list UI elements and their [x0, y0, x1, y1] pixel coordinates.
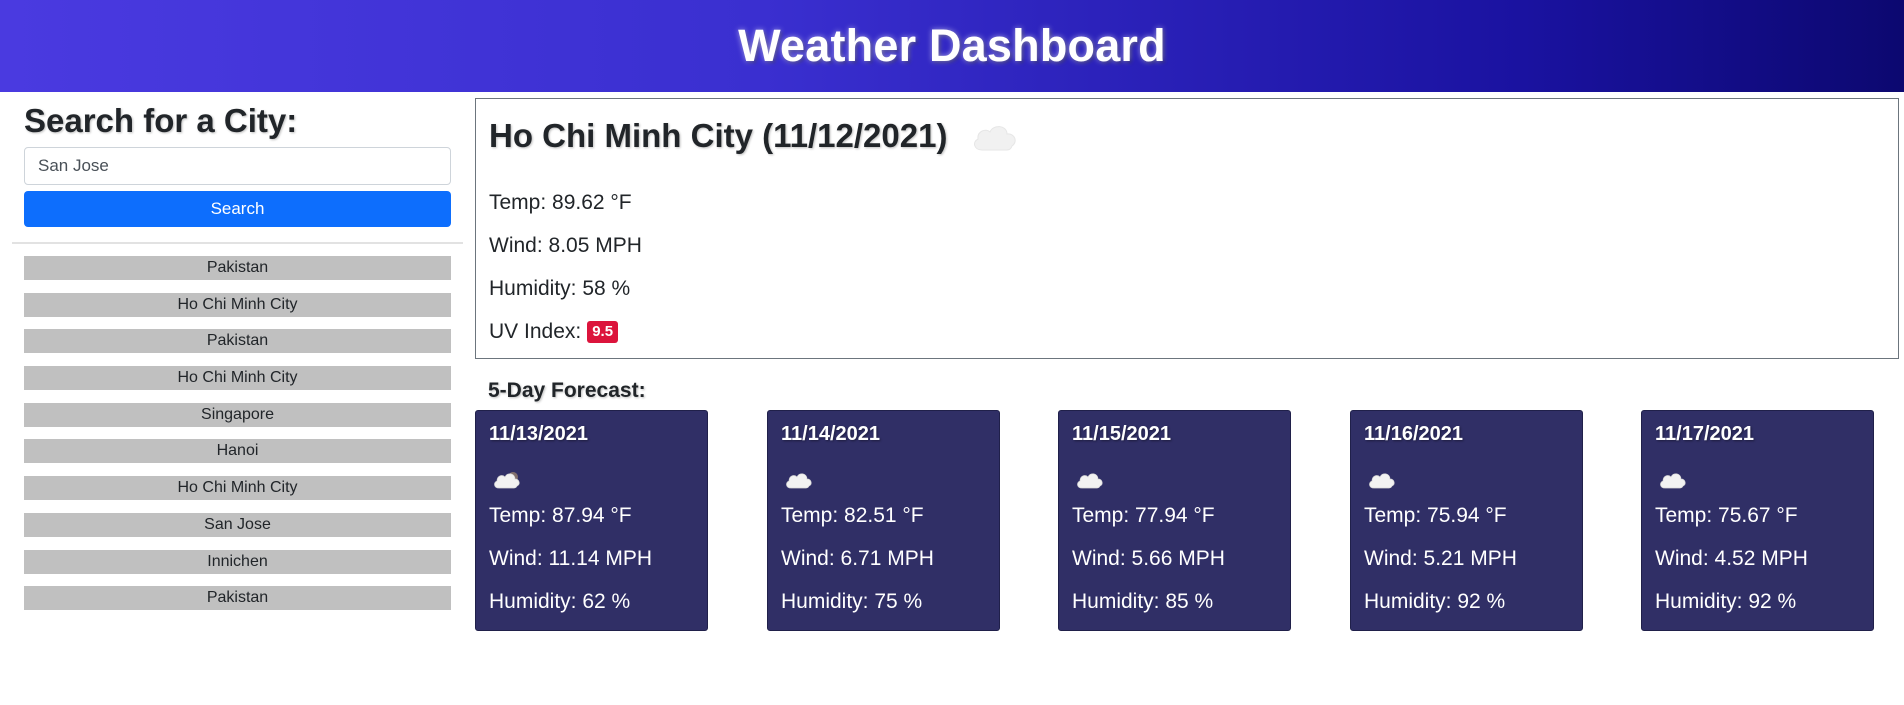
forecast-temp: Temp: 75.94 °F [1364, 504, 1507, 527]
forecast-date: 11/14/2021 [781, 423, 880, 445]
history-item-san-jose[interactable]: San Jose [24, 512, 451, 537]
cloud-icon [492, 469, 522, 491]
forecast-temp: Temp: 75.67 °F [1655, 504, 1798, 527]
forecast-card: 11/16/2021 Temp: 75.94 °F Wind: 5.21 MPH… [1350, 410, 1583, 631]
forecast-humidity: Humidity: 62 % [489, 590, 631, 613]
cloud-icon [1367, 469, 1397, 491]
history-item-ho-chi-minh-city[interactable]: Ho Chi Minh City [24, 476, 451, 501]
search-heading: Search for a City: [24, 102, 298, 139]
forecast-temp: Temp: 82.51 °F [781, 504, 924, 527]
page-title: Weather Dashboard [738, 20, 1166, 71]
forecast-date: 11/16/2021 [1364, 423, 1463, 445]
current-humidity: Humidity: 58 % [489, 277, 631, 300]
forecast-wind: Wind: 6.71 MPH [781, 547, 934, 570]
history-item-pakistan[interactable]: Pakistan [24, 256, 451, 280]
sidebar-divider [12, 242, 463, 244]
history-item-hanoi[interactable]: Hanoi [24, 439, 451, 464]
forecast-card: 11/17/2021 Temp: 75.67 °F Wind: 4.52 MPH… [1641, 410, 1874, 631]
forecast-humidity: Humidity: 92 % [1655, 590, 1797, 613]
forecast-date: 11/15/2021 [1072, 423, 1171, 445]
current-weather-heading: Ho Chi Minh City (11/12/2021) [489, 117, 1021, 155]
cloud-icon [784, 469, 814, 491]
forecast-wind: Wind: 5.66 MPH [1072, 547, 1225, 570]
history-item-pakistan[interactable]: Pakistan [24, 329, 451, 354]
city-search-input[interactable] [24, 147, 451, 185]
cloud-icon [1075, 469, 1105, 491]
forecast-humidity: Humidity: 92 % [1364, 590, 1506, 613]
forecast-wind: Wind: 4.52 MPH [1655, 547, 1808, 570]
history-item-innichen[interactable]: Innichen [24, 549, 451, 574]
uv-index-badge: 9.5 [587, 321, 619, 343]
forecast-humidity: Humidity: 75 % [781, 590, 923, 613]
current-weather-panel: Ho Chi Minh City (11/12/2021) Temp: 89.6… [475, 98, 1899, 359]
cloud-icon [969, 118, 1021, 154]
app-header: Weather Dashboard [0, 0, 1904, 92]
search-sidebar: Search for a City: Search Pakistan Ho Ch… [0, 92, 463, 705]
forecast-date: 11/13/2021 [489, 423, 588, 445]
cloud-icon [1658, 469, 1688, 491]
history-item-ho-chi-minh-city[interactable]: Ho Chi Minh City [24, 292, 451, 317]
forecast-humidity: Humidity: 85 % [1072, 590, 1214, 613]
forecast-card: 11/13/2021 Temp: 87.94 °F Wind: 11.14 MP… [475, 410, 708, 631]
search-button[interactable]: Search [24, 191, 451, 227]
history-item-singapore[interactable]: Singapore [24, 402, 451, 427]
forecast-cards: 11/13/2021 Temp: 87.94 °F Wind: 11.14 MP… [475, 410, 1875, 631]
forecast-temp: Temp: 77.94 °F [1072, 504, 1215, 527]
forecast-card: 11/14/2021 Temp: 82.51 °F Wind: 6.71 MPH… [767, 410, 1000, 631]
search-history-list: Pakistan Ho Chi Minh City Pakistan Ho Ch… [24, 256, 451, 623]
current-uv-index: UV Index: 9.5 [489, 320, 619, 344]
current-temp: Temp: 89.62 °F [489, 191, 632, 214]
forecast-heading: 5-Day Forecast: [488, 379, 646, 402]
uv-index-label: UV Index: [489, 320, 582, 343]
current-city-date: Ho Chi Minh City (11/12/2021) [489, 117, 948, 154]
forecast-card: 11/15/2021 Temp: 77.94 °F Wind: 5.66 MPH… [1058, 410, 1291, 631]
forecast-wind: Wind: 5.21 MPH [1364, 547, 1517, 570]
history-item-ho-chi-minh-city[interactable]: Ho Chi Minh City [24, 366, 451, 391]
current-wind: Wind: 8.05 MPH [489, 234, 642, 257]
forecast-temp: Temp: 87.94 °F [489, 504, 632, 527]
forecast-date: 11/17/2021 [1655, 423, 1754, 445]
history-item-pakistan[interactable]: Pakistan [24, 586, 451, 611]
forecast-wind: Wind: 11.14 MPH [489, 547, 653, 570]
